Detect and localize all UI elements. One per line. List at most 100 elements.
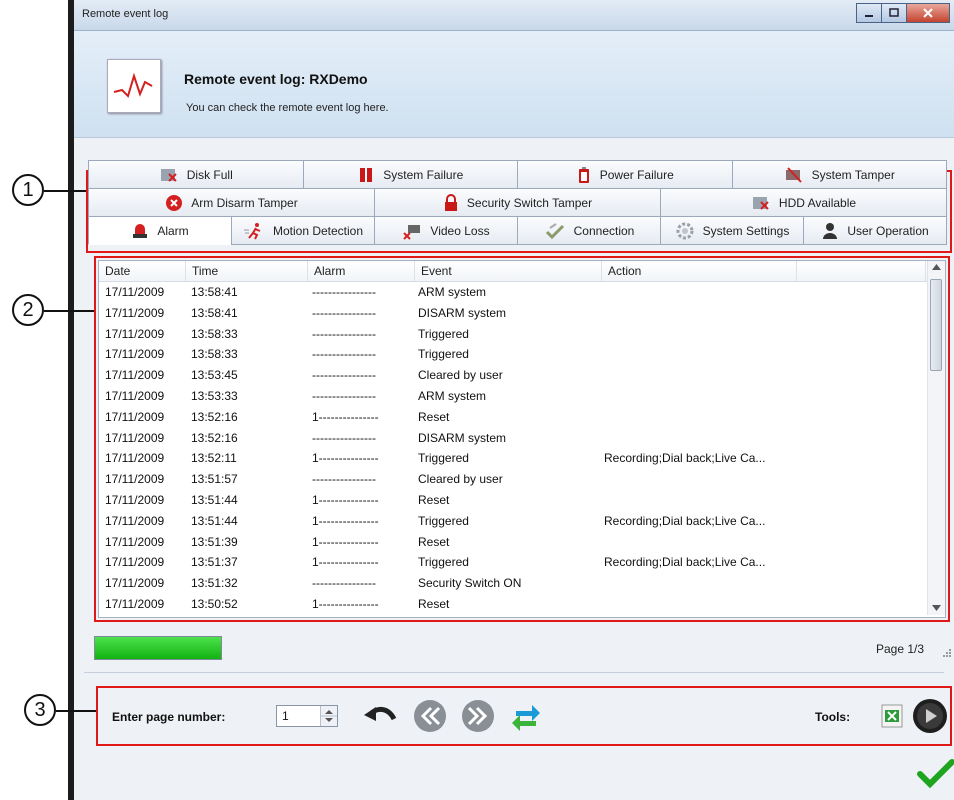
table-body: 17/11/2009 13:58:41 ---------------- ARM sy… — [99, 282, 945, 615]
scroll-up-icon[interactable] — [932, 264, 941, 270]
scroll-down-icon[interactable] — [932, 605, 941, 611]
tab-connection[interactable]: Connection — [517, 216, 661, 245]
next-page-icon — [462, 700, 494, 732]
column-header-action[interactable]: Action — [602, 261, 797, 281]
table-row[interactable]: 17/11/2009 13:58:41 ---------------- DISARM… — [99, 303, 945, 324]
play-button[interactable] — [912, 698, 948, 734]
title-bar[interactable]: Remote event log — [74, 0, 954, 31]
minimize-icon[interactable] — [856, 3, 882, 23]
tab-alarm[interactable]: Alarm — [88, 216, 232, 245]
cell-event: Reset — [418, 534, 450, 549]
cell-event: DISARM system — [418, 305, 507, 320]
lock-icon — [444, 193, 457, 211]
cell-date: 17/11/2009 — [105, 409, 165, 424]
tab-security-switch-tamper[interactable]: Security Switch Tamper — [374, 188, 661, 217]
tab-label: Video Loss — [430, 223, 490, 238]
tab-system-tamper[interactable]: System Tamper — [731, 160, 947, 189]
column-header-time[interactable]: Time — [186, 261, 308, 281]
refresh-icon — [512, 705, 540, 731]
cell-date: 17/11/2009 — [105, 305, 165, 320]
table-row[interactable]: 17/11/2009 13:58:33 ---------------- Trigge… — [99, 324, 945, 345]
next-page-button[interactable] — [460, 698, 496, 734]
vertical-scrollbar[interactable] — [927, 261, 945, 615]
cell-event: Triggered — [418, 347, 469, 362]
cell-alarm: ---------------- — [312, 576, 376, 591]
page-subtitle: You can check the remote event log here. — [186, 102, 389, 114]
refresh-button[interactable] — [508, 698, 544, 734]
column-header-date[interactable]: Date — [99, 261, 186, 281]
table-row[interactable]: 17/11/2009 13:53:33 ---------------- ARM sy… — [99, 386, 945, 407]
cell-time: 13:53:45 — [191, 368, 238, 383]
ok-button[interactable] — [916, 756, 954, 792]
column-header-extra[interactable] — [797, 261, 926, 281]
table-row[interactable]: 17/11/2009 13:51:39 1--------------- Reset — [99, 532, 945, 553]
cell-event: Triggered — [418, 451, 469, 466]
stepper-arrows-icon[interactable] — [321, 706, 337, 726]
tab-hdd-available[interactable]: HDD Available — [660, 188, 947, 217]
header-banner: Remote event log: RXDemo You can check t… — [74, 31, 954, 138]
event-log-table: Date Time Alarm Event Action 17/11/2009 1… — [98, 260, 946, 618]
cell-time: 13:52:16 — [191, 409, 238, 424]
table-row[interactable]: 17/11/2009 13:52:11 1--------------- Trigge… — [99, 448, 945, 469]
callout-badge-3: 3 — [24, 694, 56, 726]
column-header-event[interactable]: Event — [415, 261, 602, 281]
page-indicator: Page 1/3 — [876, 642, 925, 656]
cell-event: Reset — [418, 409, 450, 424]
tab-disk-full[interactable]: Disk Full — [88, 160, 304, 189]
table-row[interactable]: 17/11/2009 13:53:45 ---------------- Cleare… — [99, 365, 945, 386]
tab-power-failure[interactable]: Power Failure — [517, 160, 733, 189]
table-row[interactable]: 17/11/2009 13:51:37 1--------------- Trigge… — [99, 552, 945, 573]
video-loss-icon — [403, 224, 421, 240]
tab-label: System Failure — [383, 167, 464, 182]
cell-alarm: ---------------- — [312, 472, 376, 487]
cell-event: Triggered — [418, 555, 469, 570]
undo-button[interactable] — [362, 698, 398, 734]
close-icon[interactable] — [906, 3, 950, 23]
cell-action — [598, 324, 792, 345]
cell-time: 13:51:32 — [191, 576, 238, 591]
page-number-value[interactable]: 1 — [282, 709, 289, 723]
previous-page-button[interactable] — [412, 698, 448, 734]
cell-time: 13:51:44 — [191, 513, 238, 528]
table-row[interactable]: 17/11/2009 13:52:16 ---------------- DISARM… — [99, 428, 945, 449]
resize-grip-icon[interactable] — [942, 648, 952, 658]
cell-date: 17/11/2009 — [105, 430, 165, 445]
cell-alarm: 1--------------- — [312, 492, 379, 507]
tab-label: Connection — [573, 223, 635, 238]
table-row[interactable]: 17/11/2009 13:50:52 1--------------- Reset — [99, 594, 945, 615]
tab-arm-disarm-tamper[interactable]: Arm Disarm Tamper — [88, 188, 375, 217]
export-excel-button[interactable] — [874, 698, 910, 734]
cell-action — [598, 407, 792, 428]
callout-badge-2: 2 — [12, 294, 44, 326]
tab-system-settings[interactable]: System Settings — [660, 216, 804, 245]
cell-time: 13:58:33 — [191, 347, 238, 362]
tab-system-failure[interactable]: System Failure — [302, 160, 518, 189]
tab-user-operation[interactable]: User Operation — [803, 216, 947, 245]
table-row[interactable]: 17/11/2009 13:51:44 1--------------- Trigge… — [99, 511, 945, 532]
tab-label: Security Switch Tamper — [466, 195, 593, 210]
table-row[interactable]: 17/11/2009 13:52:16 1--------------- Reset — [99, 407, 945, 428]
stepper-arrows[interactable] — [320, 706, 337, 726]
table-row[interactable]: 17/11/2009 13:51:44 1--------------- Reset — [99, 490, 945, 511]
cell-date: 17/11/2009 — [105, 347, 165, 362]
table-row[interactable]: 17/11/2009 13:51:32 ---------------- Securi… — [99, 573, 945, 594]
page-number-stepper[interactable]: 1 — [276, 705, 338, 727]
cell-action — [598, 532, 792, 553]
cell-date: 17/11/2009 — [105, 576, 165, 591]
tab-label: Arm Disarm Tamper — [191, 195, 298, 210]
tab-motion-detection[interactable]: Motion Detection — [231, 216, 375, 245]
column-header-alarm[interactable]: Alarm — [308, 261, 415, 281]
table-row[interactable]: 17/11/2009 13:58:41 ---------------- ARM sy… — [99, 282, 945, 303]
table-row[interactable]: 17/11/2009 13:51:57 ---------------- Cleare… — [99, 469, 945, 490]
callout-line-1 — [44, 190, 88, 192]
cell-action — [598, 469, 792, 490]
table-header: Date Time Alarm Event Action — [99, 261, 945, 282]
scrollbar-thumb[interactable] — [930, 279, 942, 371]
tab-row-3: Alarm Motion Detection Video Loss Connec… — [88, 216, 947, 245]
cell-alarm: ---------------- — [312, 368, 376, 383]
cell-alarm: 1--------------- — [312, 513, 379, 528]
table-row[interactable]: 17/11/2009 13:58:33 ---------------- Trigge… — [99, 344, 945, 365]
tab-video-loss[interactable]: Video Loss — [374, 216, 518, 245]
maximize-icon[interactable] — [881, 3, 907, 23]
tab-label: System Settings — [702, 223, 790, 238]
